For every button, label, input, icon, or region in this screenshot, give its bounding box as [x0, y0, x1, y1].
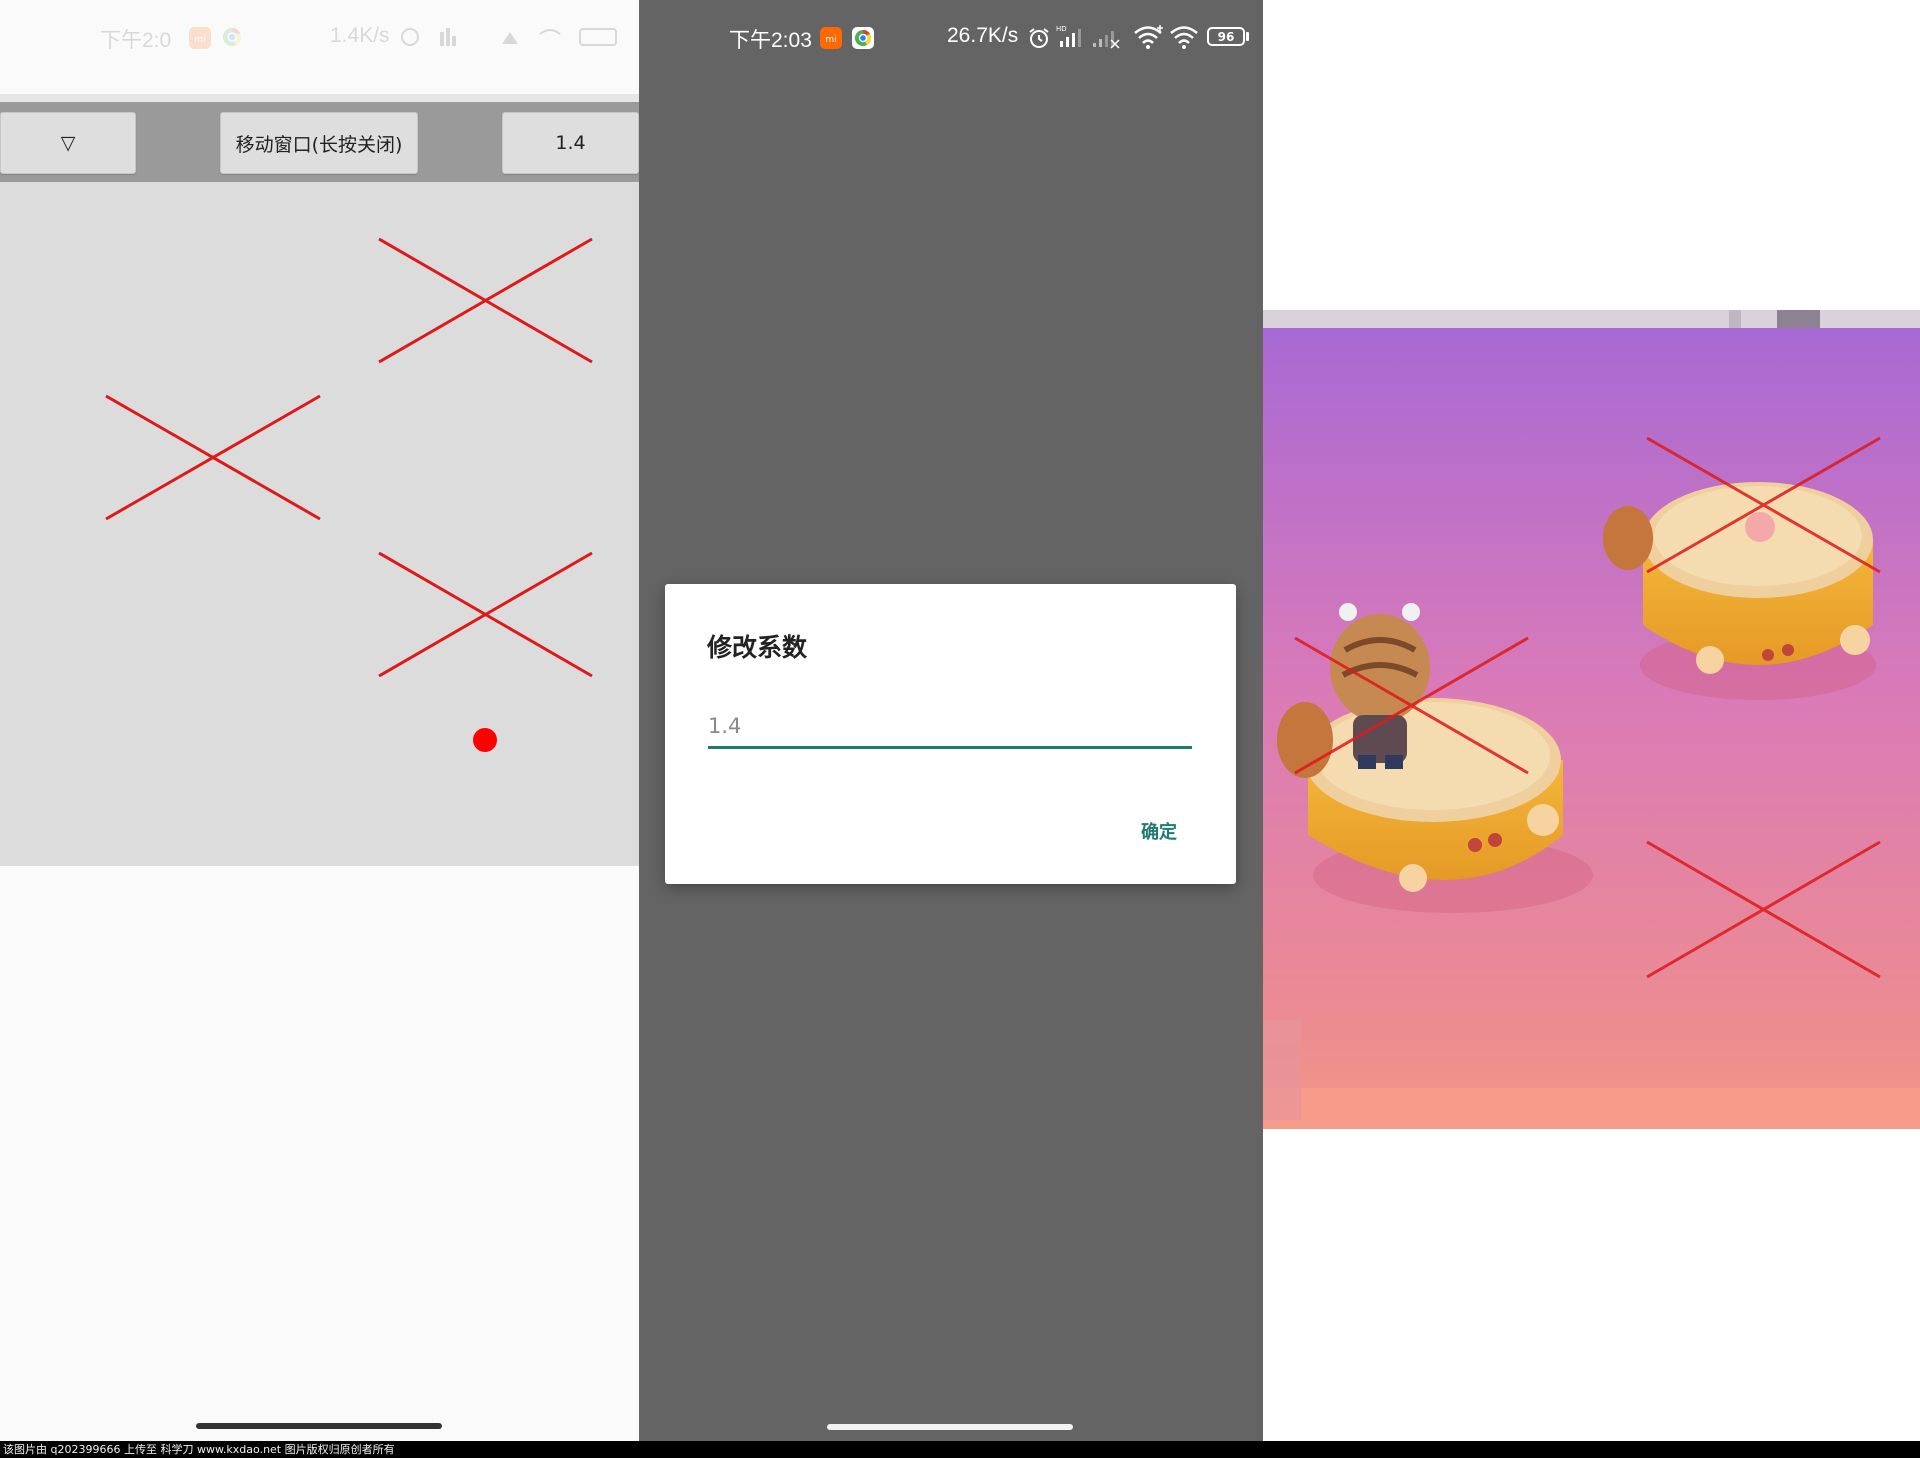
status-speed: 26.7K/s [947, 24, 1019, 47]
marker-canvas[interactable] [0, 182, 639, 866]
edit-factor-dialog: 修改系数 确定 [665, 584, 1236, 884]
mi-app-icon: mi [820, 27, 842, 49]
gesture-bar[interactable] [196, 1423, 442, 1429]
mi-app-icon: mi [189, 27, 211, 49]
game-preview-panel [1263, 0, 1920, 1441]
cross-marker-icon [378, 551, 593, 678]
overlay-toolbar: ▽ 移动窗口(长按关闭) 1.4 [0, 102, 639, 182]
dialog-title: 修改系数 [707, 633, 808, 662]
status-time: 下午2:03 [729, 29, 812, 52]
battery-icon: 96 [1207, 27, 1245, 46]
factor-input[interactable] [708, 709, 1192, 749]
status-speed: 1.4K/s [330, 24, 390, 47]
status-time: 下午2:0 [100, 29, 172, 52]
alarm-icon [1029, 28, 1049, 48]
factor-label: 1.4 [555, 132, 586, 154]
dropdown-button[interactable]: ▽ [0, 112, 136, 174]
divider [0, 94, 639, 102]
move-window-button[interactable]: 移动窗口(长按关闭) [220, 112, 418, 174]
battery-tip [1246, 32, 1249, 41]
signal-weak-icon [1093, 31, 1120, 49]
chevron-down-icon: ▽ [60, 132, 76, 154]
move-window-label: 移动窗口(长按关闭) [235, 133, 403, 156]
svg-text:HD: HD [1056, 25, 1067, 33]
game-screenshot [1263, 310, 1920, 1129]
factor-button[interactable]: 1.4 [502, 112, 639, 174]
status-bar: 下午2:03 mi 26.7K/s HD 96 [639, 0, 1263, 74]
dialog-panel: 下午2:03 mi 26.7K/s HD 96 修改系数 确定 [639, 0, 1263, 1441]
signal-hd-icon: HD [1056, 25, 1081, 47]
chrome-icon [223, 28, 241, 46]
drum-right [1603, 482, 1876, 700]
chrome-icon [852, 27, 874, 49]
gesture-bar[interactable] [827, 1424, 1073, 1430]
status-bar: 下午2:0 mi 1.4K/s [0, 0, 639, 74]
svg-text:mi: mi [825, 35, 836, 45]
marker-layer [105, 237, 593, 752]
red-dot-icon [473, 728, 497, 752]
cross-marker-icon [105, 394, 321, 521]
cross-marker-icon [378, 237, 593, 364]
wifi-plus-icon [1134, 25, 1163, 49]
confirm-button[interactable]: 确定 [1141, 818, 1177, 844]
svg-text:mi: mi [194, 35, 205, 45]
overlay-panel: 下午2:0 mi 1.4K/s ▽ 移动窗口(长按关闭) 1.4 [0, 0, 639, 1441]
battery-level: 96 [1217, 29, 1235, 44]
wifi-icon [1170, 26, 1198, 49]
screenshot-collage: 下午2:0 mi 1.4K/s ▽ 移动窗口(长按关闭) 1.4 下午2:03 … [0, 0, 1920, 1441]
status-icons [401, 28, 617, 46]
watermark: 该图片由 q202399666 上传至 科学刀 www.kxdao.net 图片… [0, 1441, 1920, 1458]
